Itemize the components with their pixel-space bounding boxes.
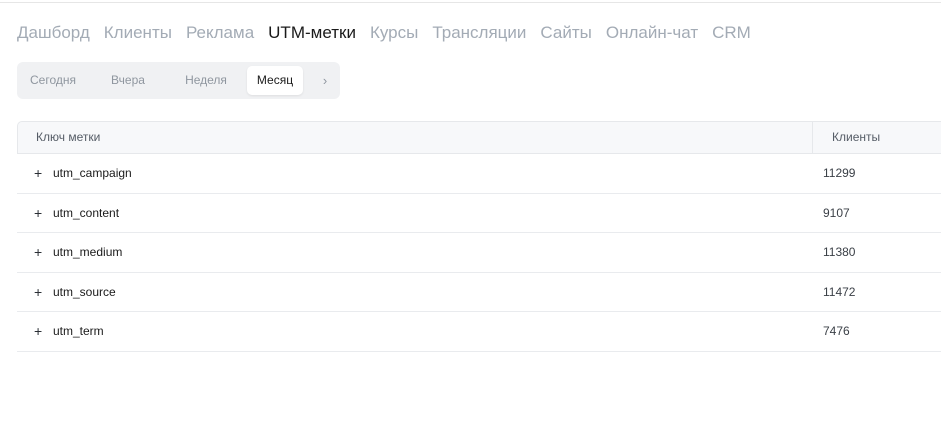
nav-item-sites[interactable]: Сайты [540,23,591,43]
column-divider [812,122,813,153]
nav-item-courses[interactable]: Курсы [370,23,418,43]
clients-count: 11380 [823,245,856,260]
expand-icon[interactable]: + [34,154,42,193]
utm-key: utm_source [53,284,116,299]
top-divider [0,0,941,3]
column-header-clients[interactable]: Клиенты [832,122,880,153]
column-header-key[interactable]: Ключ метки [36,122,100,153]
nav-item-crm[interactable]: CRM [712,23,751,43]
clients-count: 11472 [823,284,856,299]
expand-icon[interactable]: + [34,312,42,351]
period-tab-today[interactable]: Сегодня [21,66,85,95]
expand-icon[interactable]: + [34,233,42,272]
table-row: + utm_medium 11380 [17,233,941,273]
nav-item-dashboard[interactable]: Дашборд [17,23,90,43]
utm-key: utm_content [53,205,120,220]
expand-icon[interactable]: + [34,194,42,233]
clients-count: 7476 [823,324,850,339]
utm-table: Ключ метки Клиенты + utm_campaign 11299 … [17,121,941,352]
main-nav: Дашборд Клиенты Реклама UTM-метки Курсы … [17,23,751,43]
utm-key: utm_term [53,324,104,339]
table-row: + utm_campaign 11299 [17,154,941,194]
table-row: + utm_content 9107 [17,194,941,234]
table-header: Ключ метки Клиенты [17,121,941,154]
nav-item-broadcasts[interactable]: Трансляции [432,23,526,43]
nav-item-utm[interactable]: UTM-метки [268,23,356,43]
nav-item-clients[interactable]: Клиенты [104,23,172,43]
table-row: + utm_term 7476 [17,312,941,352]
table-row: + utm_source 11472 [17,273,941,313]
period-tab-month[interactable]: Месяц [247,66,303,95]
clients-count: 9107 [823,205,850,220]
period-selector: Сегодня Вчера Неделя Месяц › [17,62,340,99]
chevron-right-icon[interactable]: › [317,66,333,95]
period-tab-yesterday[interactable]: Вчера [94,66,162,95]
clients-count: 11299 [823,166,856,180]
utm-key: utm_medium [53,245,123,260]
nav-item-online-chat[interactable]: Онлайн-чат [606,23,698,43]
nav-item-ads[interactable]: Реклама [186,23,254,43]
period-tab-week[interactable]: Неделя [169,66,243,95]
expand-icon[interactable]: + [34,273,42,312]
utm-key: utm_campaign [53,166,132,180]
